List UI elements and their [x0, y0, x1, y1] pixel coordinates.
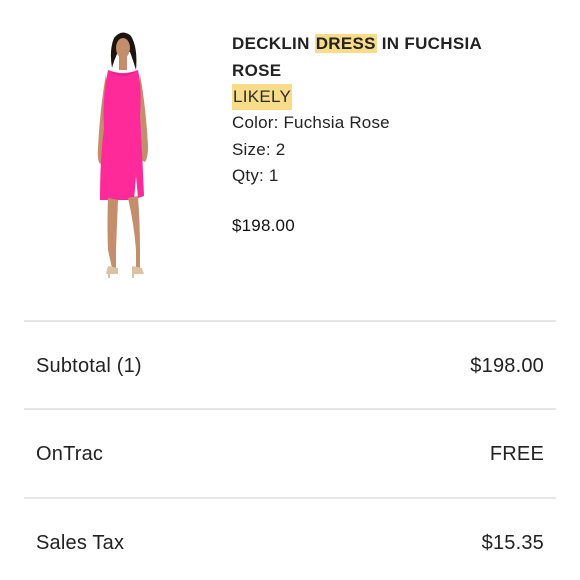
dress-illustration [97, 32, 148, 278]
product-color: Color: Fuchsia Rose [232, 113, 390, 132]
subtotal-value: $198.00 [470, 354, 544, 377]
product-title-start: DECKLIN [232, 34, 315, 53]
sales-tax-label: Sales Tax [36, 531, 125, 554]
product-image[interactable] [78, 28, 166, 280]
divider [24, 497, 556, 499]
order-summary-screen: DECKLIN DRESS IN FUCHSIA ROSE LIKELY Col… [0, 0, 580, 580]
product-title-highlight: DRESS [314, 34, 377, 53]
sales-tax-row: Sales Tax $15.35 [36, 528, 544, 558]
shipping-row: OnTrac FREE [36, 439, 544, 469]
divider [24, 408, 556, 410]
subtotal-row: Subtotal (1) $198.00 [36, 351, 544, 381]
shipping-value: FREE [489, 442, 544, 465]
sales-tax-value: $15.35 [481, 531, 544, 554]
brand-name[interactable]: LIKELY [232, 84, 293, 110]
shipping-method-label: OnTrac [36, 442, 104, 465]
product-details: DECKLIN DRESS IN FUCHSIA ROSE LIKELY Col… [232, 30, 532, 239]
product-price: $198.00 [232, 215, 295, 235]
divider [24, 320, 556, 322]
subtotal-label: Subtotal (1) [36, 354, 142, 377]
product-size: Size: 2 [232, 139, 286, 159]
product-title[interactable]: DECKLIN DRESS IN FUCHSIA ROSE [232, 30, 532, 84]
product-quantity: Qty: 1 [232, 166, 279, 185]
